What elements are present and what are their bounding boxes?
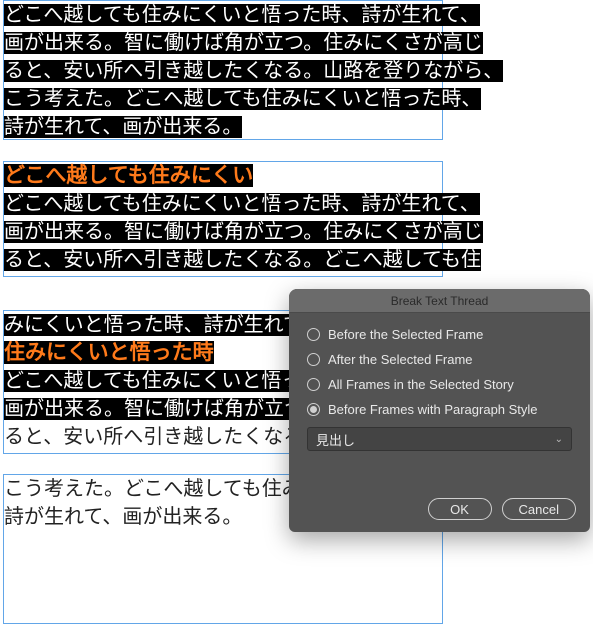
heading-line: どこへ越しても住みにくい [4, 164, 253, 187]
text-line: ると、安い所へ引き越したくなる。どこへ越しても住 [4, 249, 481, 271]
radio-all-frames[interactable]: All Frames in the Selected Story [307, 377, 572, 392]
radio-label: After the Selected Frame [328, 352, 473, 367]
chevron-down-icon: ⌄ [555, 434, 563, 445]
text-line: 詩が生れて、画が出来る。 [4, 506, 242, 528]
text-line: ると、安い所へ引き越したくなる。山路を登りながら、 [4, 60, 503, 82]
paragraph-style-dropdown[interactable]: 見出し ⌄ [307, 427, 572, 451]
radio-icon [307, 328, 320, 341]
radio-after-selected[interactable]: After the Selected Frame [307, 352, 572, 367]
break-text-thread-dialog: Break Text Thread Before the Selected Fr… [289, 289, 590, 532]
cancel-button[interactable]: Cancel [502, 498, 576, 520]
text-line: どこへ越しても住みにくいと悟った時、詩が生れて、 [4, 4, 480, 26]
dialog-title: Break Text Thread [289, 289, 590, 313]
radio-label: All Frames in the Selected Story [328, 377, 514, 392]
ok-button[interactable]: OK [428, 498, 492, 520]
dialog-buttons: OK Cancel [428, 498, 576, 520]
radio-group: Before the Selected Frame After the Sele… [289, 313, 590, 421]
text-line: 画が出来る。智に働けば角が立つ。住みにくさが高じ [4, 221, 483, 243]
radio-label: Before Frames with Paragraph Style [328, 402, 538, 417]
text-line: 画が出来る。智に働けば角が立つ。住みにくさが高じ [4, 32, 483, 54]
radio-label: Before the Selected Frame [328, 327, 483, 342]
radio-before-paragraph-style[interactable]: Before Frames with Paragraph Style [307, 402, 572, 417]
radio-icon [307, 403, 320, 416]
radio-icon [307, 353, 320, 366]
text-line: 詩が生れて、画が出来る。 [4, 116, 242, 138]
text-frame[interactable]: どこへ越しても住みにくい どこへ越しても住みにくいと悟った時、詩が生れて、 画が… [3, 161, 443, 277]
text-line: どこへ越しても住みにくいと悟った時、詩が生れて、 [4, 193, 480, 215]
radio-before-selected[interactable]: Before the Selected Frame [307, 327, 572, 342]
text-line: こう考えた。どこへ越しても住みにくいと悟った時、 [4, 88, 481, 110]
radio-icon [307, 378, 320, 391]
text-frame[interactable]: どこへ越しても住みにくいと悟った時、詩が生れて、 画が出来る。智に働けば角が立つ… [3, 0, 443, 140]
heading-line: 住みにくいと悟った時 [4, 341, 214, 364]
dropdown-value: 見出し [316, 430, 355, 449]
